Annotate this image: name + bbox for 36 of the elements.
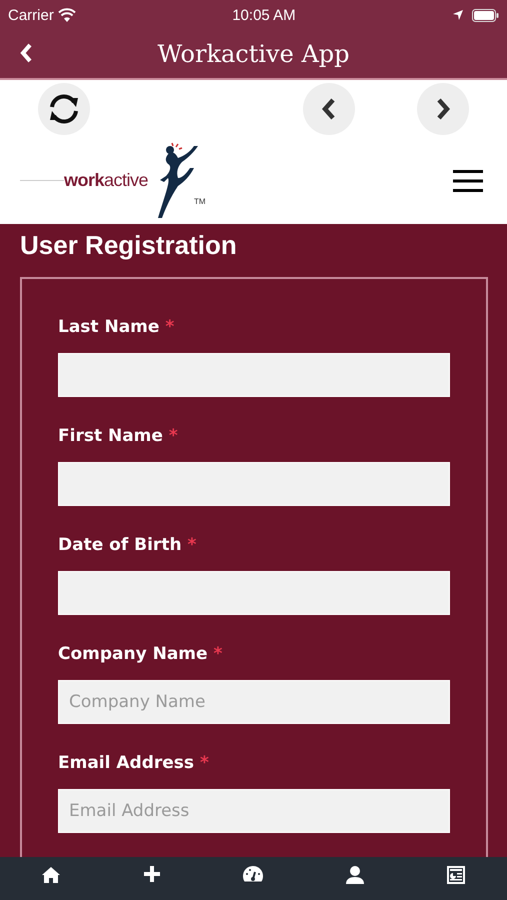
status-time: 10:05 AM xyxy=(232,6,296,24)
input-field[interactable] xyxy=(58,353,450,397)
location-icon xyxy=(452,9,464,21)
back-button[interactable] xyxy=(303,82,355,134)
back-icon[interactable] xyxy=(20,43,34,63)
field-label: First Name xyxy=(58,426,163,446)
forward-button[interactable] xyxy=(417,82,469,134)
trademark-text: TM xyxy=(194,196,206,206)
person-icon[interactable] xyxy=(344,865,365,885)
refresh-button[interactable] xyxy=(38,82,90,134)
plus-icon[interactable] xyxy=(143,865,162,883)
page-heading: User Registration xyxy=(20,230,238,261)
logo-text: workactive xyxy=(64,170,148,191)
wifi-icon xyxy=(58,8,76,22)
field-label: Last Name xyxy=(58,317,160,337)
field-label: Email Address xyxy=(58,753,194,773)
newspaper-icon[interactable] xyxy=(446,865,466,885)
required-mark: * xyxy=(168,426,178,446)
menu-icon[interactable] xyxy=(453,168,483,192)
gauge-icon[interactable] xyxy=(242,865,264,883)
required-mark: * xyxy=(165,317,174,337)
required-mark: * xyxy=(213,644,222,664)
field-label: Date of Birth xyxy=(58,535,182,555)
input-field[interactable]: Company Name xyxy=(58,680,450,724)
input-field[interactable]: Email Address xyxy=(58,789,450,833)
field-label: Company Name xyxy=(58,644,208,664)
required-mark: * xyxy=(200,753,209,773)
battery-icon xyxy=(472,8,499,22)
nav-title: Workactive App xyxy=(157,40,350,68)
carrier-text: Carrier xyxy=(8,6,54,24)
input-field[interactable] xyxy=(58,462,450,506)
home-icon[interactable] xyxy=(40,865,61,885)
chevron-left-icon xyxy=(321,96,337,120)
input-field[interactable] xyxy=(58,571,450,615)
required-mark: * xyxy=(187,535,196,555)
chevron-right-icon xyxy=(435,96,451,120)
